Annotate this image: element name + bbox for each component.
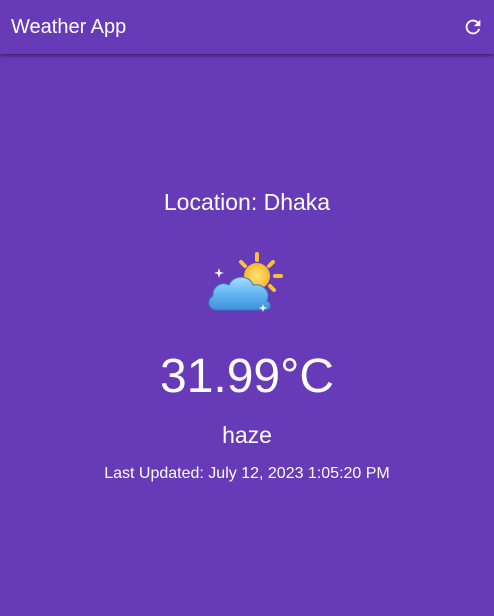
- weather-condition: haze: [222, 422, 272, 448]
- refresh-icon: [465, 19, 481, 35]
- app-bar: Weather App: [0, 0, 494, 54]
- app-title: Weather App: [11, 16, 127, 38]
- refresh-button[interactable]: [460, 14, 486, 40]
- weather-content: Location: Dhaka 31.99°C haze Last Update…: [0, 54, 494, 616]
- location-label: Location: Dhaka: [163, 189, 331, 215]
- partly-cloudy-icon: [208, 252, 283, 312]
- last-updated-text: Last Updated: July 12, 2023 1:05:20 PM: [104, 465, 390, 482]
- temperature-value: 31.99°C: [160, 350, 334, 403]
